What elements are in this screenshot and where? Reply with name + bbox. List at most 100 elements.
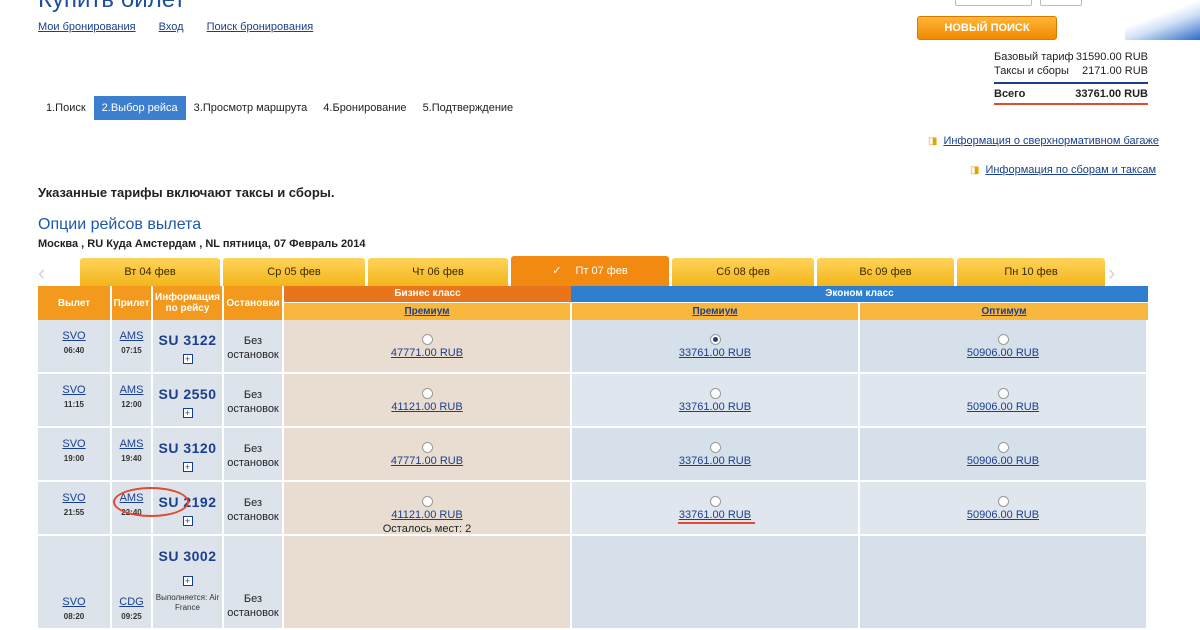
fare-price[interactable]: 33761.00 RUB <box>679 347 751 359</box>
dep-airport-link[interactable]: SVO <box>38 438 110 450</box>
chevron-left-icon[interactable]: ‹ <box>38 260 45 286</box>
stops-cell: Без остановок <box>224 536 284 630</box>
fare-radio[interactable] <box>421 442 433 453</box>
fare-price[interactable]: 47771.00 RUB <box>391 455 463 467</box>
top-input-field[interactable] <box>955 0 1032 6</box>
login-link[interactable]: Вход <box>159 21 184 33</box>
base-fare-value: 31590.00 RUB <box>1075 51 1148 63</box>
top-input-field-2[interactable] <box>1040 0 1082 6</box>
date-tab-mon[interactable]: Пн 10 фев <box>957 258 1105 286</box>
fare-cell: 33761.00 RUB <box>572 428 860 482</box>
date-tab-wed[interactable]: Ср 05 фев <box>223 258 365 286</box>
fare-cell <box>572 536 860 630</box>
arr-airport-link[interactable]: AMS <box>112 384 151 396</box>
fare-radio[interactable] <box>709 496 721 507</box>
date-tab-fri-label: Пт 07 фев <box>575 265 628 277</box>
fare-radio[interactable] <box>421 496 433 507</box>
fare-price[interactable]: 47771.00 RUB <box>391 347 463 359</box>
taxes-info-link[interactable]: Информация по сборам и таксам <box>985 164 1156 176</box>
flight-number: SU 2550 <box>158 386 217 402</box>
fare-price[interactable]: 41121.00 RUB <box>391 401 462 413</box>
fare-price[interactable]: 33761.00 RUB <box>679 509 751 521</box>
fare-radio[interactable] <box>421 334 433 345</box>
section-title: Опции рейсов вылета <box>38 216 202 233</box>
date-tab-sat[interactable]: Сб 08 фев <box>672 258 814 286</box>
table-row: SVO 06:40 AMS 07:15 SU 3122 + Без остановок… <box>38 320 1148 374</box>
fare-radio-selected[interactable] <box>709 334 721 345</box>
stops-text: Без остановок <box>227 443 279 469</box>
my-bookings-link[interactable]: Мои бронирования <box>38 21 136 33</box>
route-summary: Москва , RU Куда Амстердам , NL пятница,… <box>38 238 366 250</box>
table-row: SVO 19:00 AMS 19:40 SU 3120 + Без остановок… <box>38 428 1148 482</box>
business-premium-link[interactable]: Премиум <box>404 306 449 317</box>
chevron-right-icon[interactable]: › <box>1108 260 1115 286</box>
fare-cell: 41121.00 RUB Осталось мест: 2 <box>284 482 572 536</box>
expand-icon[interactable]: + <box>182 462 193 472</box>
fare-price[interactable]: 41121.00 RUB <box>391 509 462 521</box>
date-tab-fri[interactable]: ✓ Пт 07 фев <box>511 256 669 286</box>
baggage-info: ◨ Информация о сверхнормативном багаже <box>928 135 1159 147</box>
arr-time: 07:15 <box>121 346 142 355</box>
fare-cell: 47771.00 RUB <box>284 320 572 374</box>
fare-price[interactable]: 50906.00 RUB <box>967 509 1039 521</box>
arr-airport-link[interactable]: AMS <box>112 330 151 342</box>
fare-price[interactable]: 50906.00 RUB <box>967 347 1039 359</box>
fare-cell <box>860 536 1148 630</box>
booking-steps: 1.Поиск 2.Выбор рейса 3.Просмотр маршрут… <box>38 96 521 120</box>
dep-airport-link[interactable]: SVO <box>38 492 110 504</box>
step-search[interactable]: 1.Поиск <box>38 96 94 120</box>
expand-icon[interactable]: + <box>182 408 193 418</box>
arr-time: 12:00 <box>121 400 142 409</box>
dep-time: 06:40 <box>63 346 85 355</box>
fare-price[interactable]: 33761.00 RUB <box>679 401 751 413</box>
step-select-flight: 2.Выбор рейса <box>93 96 186 120</box>
dep-airport-link[interactable]: SVO <box>38 596 110 608</box>
flight-cell: SU 3120 + <box>153 428 224 482</box>
fare-radio[interactable] <box>997 388 1009 399</box>
fare-price[interactable]: 33761.00 RUB <box>679 455 751 467</box>
arr-airport-link[interactable]: AMS <box>112 438 151 450</box>
fare-economy-premium: Премиум <box>572 303 858 320</box>
fare-radio[interactable] <box>709 388 721 399</box>
fare-price[interactable]: 50906.00 RUB <box>967 455 1039 467</box>
expand-icon[interactable]: + <box>182 516 193 526</box>
expand-icon[interactable]: + <box>182 354 193 364</box>
date-tab-tue[interactable]: Вт 04 фев <box>80 258 220 286</box>
info-flag-icon: ◨ <box>970 165 980 176</box>
fare-cell: 33761.00 RUB <box>572 374 860 428</box>
total-value: 33761.00 RUB <box>1075 88 1148 100</box>
fare-radio[interactable] <box>709 442 721 453</box>
total-label: Всего <box>994 88 1026 100</box>
economy-optimum-link[interactable]: Оптимум <box>982 306 1027 317</box>
fare-cell: 33761.00 RUB <box>572 482 860 536</box>
fare-cell: 47771.00 RUB <box>284 428 572 482</box>
fare-radio[interactable] <box>997 496 1009 507</box>
fare-radio[interactable] <box>997 334 1009 345</box>
flight-cell: SU 2550 + <box>153 374 224 428</box>
table-row: SVO 11:15 AMS 12:00 SU 2550 + Без остановок… <box>38 374 1148 428</box>
total-highlight <box>994 103 1148 105</box>
arr-airport-link[interactable]: CDG <box>112 596 151 608</box>
expand-icon[interactable]: + <box>182 576 193 586</box>
date-tab-thu[interactable]: Чт 06 фев <box>368 258 508 286</box>
dep-airport-link[interactable]: SVO <box>38 384 110 396</box>
date-tab-sun[interactable]: Вс 09 фев <box>817 258 954 286</box>
taxes-info: ◨ Информация по сборам и таксам <box>970 164 1156 176</box>
stops-text: Без остановок <box>227 335 279 361</box>
fare-cell: 50906.00 RUB <box>860 374 1148 428</box>
page-title: Купить билет <box>38 0 185 14</box>
table-row: SVO 08:20 CDG 09:25 SU 3002 + Выполняется: A… <box>38 536 1148 630</box>
fare-radio[interactable] <box>997 442 1009 453</box>
taxes-label: Таксы и сборы <box>994 65 1069 77</box>
economy-premium-link[interactable]: Премиум <box>692 306 737 317</box>
dep-airport-link[interactable]: SVO <box>38 330 110 342</box>
fare-cell: 33761.00 RUB <box>572 320 860 374</box>
taxes-value: 2171.00 RUB <box>1081 65 1148 77</box>
baggage-info-link[interactable]: Информация о сверхнормативном багаже <box>943 135 1159 147</box>
fare-economy-optimum: Оптимум <box>860 303 1148 320</box>
step-booking: 4.Бронирование <box>323 102 407 114</box>
fare-radio[interactable] <box>421 388 433 399</box>
fare-price[interactable]: 50906.00 RUB <box>967 401 1039 413</box>
search-booking-link[interactable]: Поиск бронирования <box>207 21 314 33</box>
new-search-button[interactable]: НОВЫЙ ПОИСК <box>917 16 1057 40</box>
